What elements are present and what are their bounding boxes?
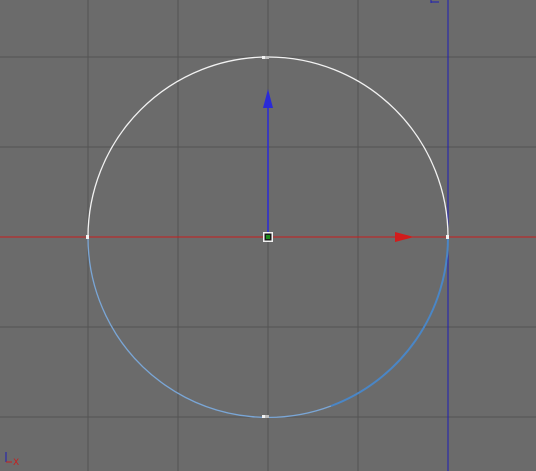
vertex-handle-top[interactable] [265,56,269,59]
vertex-handle-left[interactable] [86,235,89,239]
pivot-point-center[interactable] [266,235,270,239]
viewport-canvas[interactable]: X [0,0,536,471]
vertex-handle-bottom[interactable] [265,415,269,418]
corner-axis-x-label: X [13,458,19,468]
vertex-handle-right[interactable] [446,235,449,239]
